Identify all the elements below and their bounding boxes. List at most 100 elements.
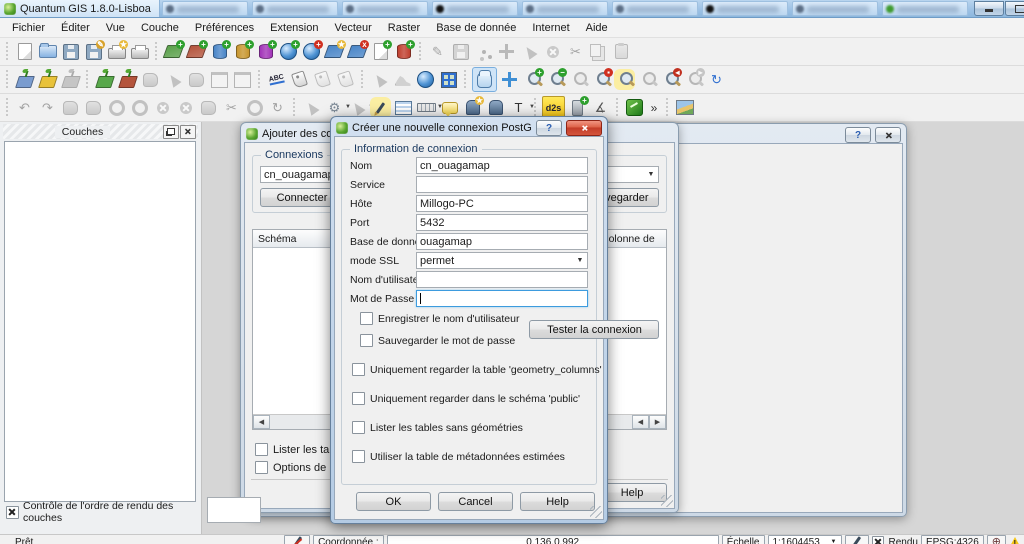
refresh-map-icon[interactable]: ↻ <box>706 69 727 90</box>
help-titlebar-button[interactable]: ? <box>845 127 871 143</box>
add-wfs-layer-icon[interactable]: + <box>301 41 322 62</box>
toolbar-grip[interactable] <box>292 98 297 118</box>
enregistrer-le-nom-dutilisateur-checkbox[interactable] <box>360 312 373 325</box>
render-checkbox[interactable] <box>872 536 884 544</box>
move-feature-icon[interactable] <box>496 41 517 62</box>
ok-button[interactable]: OK <box>356 492 431 511</box>
delete-part-icon[interactable] <box>175 97 196 118</box>
taskbar-tab[interactable] <box>162 1 248 16</box>
toolbar-grip[interactable] <box>154 42 159 62</box>
dock-float-button[interactable] <box>163 125 179 139</box>
add-spatialite-layer-icon[interactable]: + <box>232 41 253 62</box>
remove-all-from-overview-icon[interactable] <box>60 69 81 90</box>
zoom-actual-size-icon[interactable] <box>568 69 589 90</box>
taskbar-tab-qgis[interactable] <box>882 1 968 16</box>
layers-panel-titlebar[interactable]: Couches <box>3 124 198 139</box>
utiliser-la-table-de-metadonnees-estimee-checkbox[interactable] <box>352 450 365 463</box>
zoom-next-icon[interactable]: ▸ <box>683 69 704 90</box>
layers-list[interactable] <box>4 141 196 502</box>
reshape-features-icon[interactable] <box>198 97 219 118</box>
taskbar-tab[interactable] <box>522 1 608 16</box>
help-titlebar-button[interactable]: ? <box>536 120 562 136</box>
save-edits-icon[interactable] <box>450 41 471 62</box>
coordinate-input[interactable]: 0.136,0.992 <box>387 535 719 544</box>
zoom-to-selection-icon[interactable]: ▪ <box>591 69 612 90</box>
close-titlebar-button[interactable] <box>875 127 901 143</box>
nom-field[interactable]: cn_ouagamap <box>416 157 588 174</box>
chevron-down-icon[interactable]: ▼ <box>831 539 837 544</box>
warning-icon[interactable] <box>1009 537 1021 544</box>
menu-editer[interactable]: Éditer <box>53 20 98 36</box>
show-all-layers-icon[interactable] <box>94 69 115 90</box>
label-settings-icon[interactable] <box>335 69 356 90</box>
toolbar-grip[interactable] <box>257 70 262 90</box>
rotate-feature-icon[interactable] <box>60 97 81 118</box>
capture-point-icon[interactable] <box>473 41 494 62</box>
dock-close-button[interactable] <box>180 125 196 139</box>
cancel-button[interactable]: Cancel <box>438 492 513 511</box>
run-feature-action-icon[interactable]: ⚙▼ <box>324 97 345 118</box>
mapserver-export-icon[interactable] <box>674 97 695 118</box>
add-vector-layer-icon[interactable]: + <box>163 41 184 62</box>
simplify-feature-icon[interactable] <box>83 97 104 118</box>
base-de-donnees-field[interactable]: ouagamap <box>416 233 588 250</box>
taskbar-tab[interactable] <box>612 1 698 16</box>
list-tables-checkbox[interactable] <box>255 443 268 456</box>
menu-vue[interactable]: Vue <box>98 20 133 36</box>
save-project-icon[interactable] <box>60 41 81 62</box>
new-project-icon[interactable] <box>14 41 35 62</box>
labeling-icon[interactable] <box>266 69 287 90</box>
add-ring-icon[interactable] <box>106 97 127 118</box>
raster-stretch-icon[interactable] <box>369 69 390 90</box>
toolbar-grip[interactable] <box>615 98 620 118</box>
menu-vecteur[interactable]: Vecteur <box>326 20 379 36</box>
toggle-editing-icon[interactable]: ✎ <box>427 41 448 62</box>
label-tag-alt-icon[interactable] <box>312 69 333 90</box>
zoom-out-icon[interactable]: − <box>545 69 566 90</box>
add-mssql-layer-icon[interactable]: + <box>255 41 276 62</box>
measure-line-icon[interactable]: ▼ <box>416 97 437 118</box>
hote-field[interactable]: Millogo-PC <box>416 195 588 212</box>
scroll-left-icon[interactable]: ◀ <box>632 415 649 429</box>
text-annotation-icon[interactable]: T▼ <box>508 97 529 118</box>
menu-extension[interactable]: Extension <box>262 20 326 36</box>
search-options-checkbox[interactable] <box>255 461 268 474</box>
delete-selected-icon[interactable] <box>542 41 563 62</box>
taskbar-tab[interactable] <box>792 1 878 16</box>
ogr-layer-converter-icon[interactable] <box>624 97 645 118</box>
menu-preferences[interactable]: Préférences <box>187 20 262 36</box>
add-postgis-layer-icon[interactable]: + <box>209 41 230 62</box>
close-titlebar-button[interactable] <box>566 120 602 136</box>
menu-base-de-donnee[interactable]: Base de donnée <box>428 20 524 36</box>
menu-couche[interactable]: Couche <box>133 20 187 36</box>
open-project-icon[interactable] <box>37 41 58 62</box>
add-all-to-overview-icon[interactable] <box>37 69 58 90</box>
split-features-icon[interactable]: ✂ <box>221 97 242 118</box>
toolbar-grip[interactable] <box>463 70 468 90</box>
chevron-down-icon[interactable]: ▼ <box>644 167 658 182</box>
add-to-overview-icon[interactable] <box>14 69 35 90</box>
resize-grip[interactable] <box>590 506 602 518</box>
open-attribute-table-icon[interactable] <box>393 97 414 118</box>
add-part-icon[interactable] <box>129 97 150 118</box>
new-shapefile-layer-icon[interactable]: ★ <box>324 41 345 62</box>
toolbar-grip[interactable] <box>665 98 670 118</box>
reshape-features-tool-icon[interactable] <box>163 69 184 90</box>
label-tag-icon[interactable] <box>289 69 310 90</box>
new-print-composer-icon[interactable]: ★ <box>106 41 127 62</box>
maximize-button[interactable] <box>1005 1 1024 16</box>
epsg-button[interactable]: EPSG:4326 <box>921 535 984 544</box>
capture-polygon-icon[interactable] <box>140 69 161 90</box>
raster-histogram-icon[interactable] <box>392 69 413 90</box>
lister-les-tables-sans-geometries-checkbox[interactable] <box>352 421 365 434</box>
menu-aide[interactable]: Aide <box>578 20 616 36</box>
taskbar-tab[interactable] <box>702 1 788 16</box>
taskbar-tab[interactable] <box>342 1 428 16</box>
toolbar-grip[interactable] <box>360 70 365 90</box>
toolbar-grip[interactable] <box>85 70 90 90</box>
nom-dutilisateur-field[interactable] <box>416 271 588 288</box>
taskbar-tab[interactable] <box>252 1 338 16</box>
add-delimited-text-layer-icon[interactable]: + <box>370 41 391 62</box>
composer-manager-icon[interactable] <box>129 41 150 62</box>
service-field[interactable] <box>416 176 588 193</box>
